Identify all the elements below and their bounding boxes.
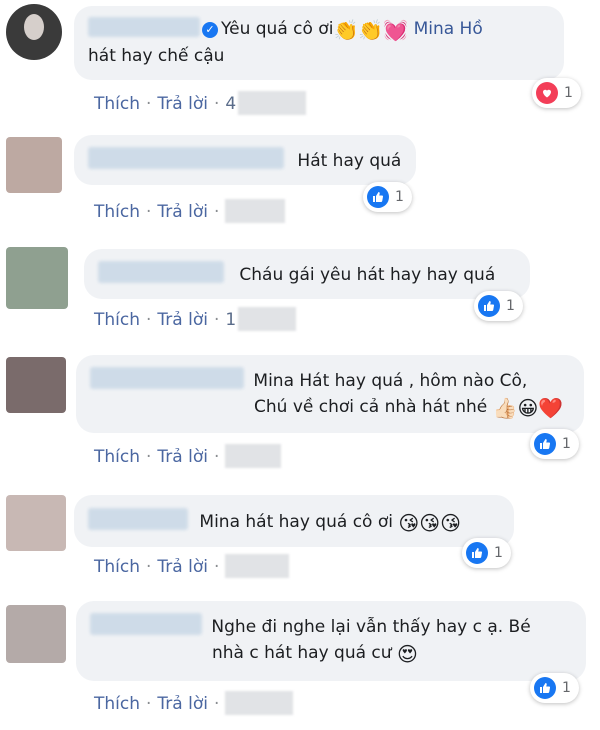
reaction-summary[interactable]: 1 [474,291,523,321]
kiss-emoji-icon: 😘😘😘 [398,511,461,535]
commenter-name-redacted[interactable] [88,508,188,530]
reply-link[interactable]: Trả lời [157,94,208,114]
separator: · [146,694,152,714]
separator: · [146,202,152,222]
comment-3: Cháu gái yêu hát hay hay quá 1 Thích · Trả… [0,233,600,343]
comment-text: Nghe đi nghe lại vẫn thấy hay c ạ. Bé [211,617,531,637]
separator: · [213,94,220,114]
like-link[interactable]: Thích [94,447,140,467]
timestamp-redacted [238,307,297,331]
comment-bubble: ✓ Yêu quá cô ơi👏👏💓 Mina Hồ hát hay chế cậ… [74,6,564,80]
timestamp-redacted[interactable] [225,199,286,223]
like-link[interactable]: Thích [94,202,140,222]
comment-text: Yêu quá cô ơi [221,19,334,39]
separator: · [213,557,220,577]
like-reaction-icon [466,542,488,564]
comment-text: Cháu gái yêu hát hay hay quá [239,265,496,285]
comment-1: ✓ Yêu quá cô ơi👏👏💓 Mina Hồ hát hay chế cậ… [0,0,600,125]
reaction-summary[interactable]: 1 [532,78,581,108]
reaction-count: 1 [562,680,571,696]
comment-text: Mina hát hay quá cô ơi [199,512,393,532]
avatar[interactable] [6,137,62,193]
like-reaction-icon [534,433,556,455]
avatar[interactable] [6,247,68,309]
comment-bubble: Nghe đi nghe lại vẫn thấy hay c ạ. Bé nh… [76,601,586,681]
reaction-count: 1 [395,189,404,205]
commenter-name-redacted[interactable] [98,261,224,283]
like-link[interactable]: Thích [94,557,140,577]
commenter-name-redacted[interactable] [88,147,284,169]
reply-link[interactable]: Trả lời [157,694,208,714]
comment-5: Mina hát hay quá cô ơi 😘😘😘 1 Thích · Trả l… [0,483,600,593]
commenter-name-redacted[interactable] [90,367,244,389]
timestamp[interactable]: 4 [225,94,236,114]
timestamp-redacted[interactable] [225,554,290,578]
like-reaction-icon [534,677,556,699]
comment-actions: Thích · Trả lời · [94,199,286,223]
reaction-count: 1 [564,85,573,101]
comment-6: Nghe đi nghe lại vẫn thấy hay c ạ. Bé nh… [0,593,600,730]
separator: · [213,694,220,714]
avatar[interactable] [6,357,66,413]
like-link[interactable]: Thích [94,694,140,714]
reaction-count: 1 [494,545,503,561]
comment-actions: Thích · Trả lời · 4 [94,91,307,115]
comment-actions: Thích · Trả lời · 1 [94,307,297,331]
separator: · [213,310,220,330]
reaction-summary[interactable]: 1 [530,673,579,703]
comment-2: Hát hay quá 1 Thích · Trả lời · [0,125,600,233]
love-reaction-icon [536,82,558,104]
separator: · [213,202,220,222]
reaction-summary[interactable]: 1 [530,429,579,459]
comment-text-line2: hát hay chế cậu [88,46,225,66]
reply-link[interactable]: Trả lời [157,202,208,222]
comment-text: Mina Hát hay quá , hôm nào Cô, [253,371,528,391]
reaction-count: 1 [506,298,515,314]
mention-link[interactable]: Mina Hồ [414,19,483,39]
timestamp-redacted[interactable] [225,444,282,468]
comment-4: Mina Hát hay quá , hôm nào Cô, Chú về ch… [0,343,600,483]
timestamp[interactable]: 1 [225,310,236,330]
comment-text: Hát hay quá [297,151,402,171]
comment-text-line2: Chú về chơi cả nhà hát nhé [254,397,488,417]
separator: · [146,447,152,467]
separator: · [146,310,152,330]
reply-link[interactable]: Trả lời [157,310,208,330]
separator: · [146,557,152,577]
comment-actions: Thích · Trả lời · [94,554,290,578]
comment-actions: Thích · Trả lời · [94,691,294,715]
like-reaction-icon [367,186,389,208]
comment-bubble: Cháu gái yêu hát hay hay quá [84,249,530,299]
like-reaction-icon [478,295,500,317]
reaction-count: 1 [562,436,571,452]
avatar[interactable] [6,495,66,551]
verified-badge-icon: ✓ [202,22,218,38]
like-link[interactable]: Thích [94,310,140,330]
avatar[interactable] [6,4,62,60]
reaction-summary[interactable]: 1 [462,538,511,568]
timestamp-redacted [238,91,307,115]
comment-bubble: Mina Hát hay quá , hôm nào Cô, Chú về ch… [76,355,584,433]
heart-eyes-emoji-icon: 😍 [396,642,418,666]
separator: · [213,447,220,467]
commenter-name-redacted[interactable] [88,17,200,37]
reply-link[interactable]: Trả lời [157,447,208,467]
comment-bubble: Mina hát hay quá cô ơi 😘😘😘 [74,495,514,547]
thumbs-grin-heart-emoji-icon: 👍🏻😀❤️ [492,396,564,420]
comment-text-line2: nhà c hát hay quá cư [212,643,392,663]
comment-actions: Thích · Trả lời · [94,444,282,468]
timestamp-redacted[interactable] [225,691,294,715]
commenter-name-redacted[interactable] [90,613,202,635]
separator: · [146,94,152,114]
clap-love-emoji-icon: 👏👏💓 [333,18,409,42]
comment-bubble: Hát hay quá [74,135,416,185]
like-link[interactable]: Thích [94,94,140,114]
avatar[interactable] [6,605,66,663]
reaction-summary[interactable]: 1 [363,182,412,212]
reply-link[interactable]: Trả lời [157,557,208,577]
